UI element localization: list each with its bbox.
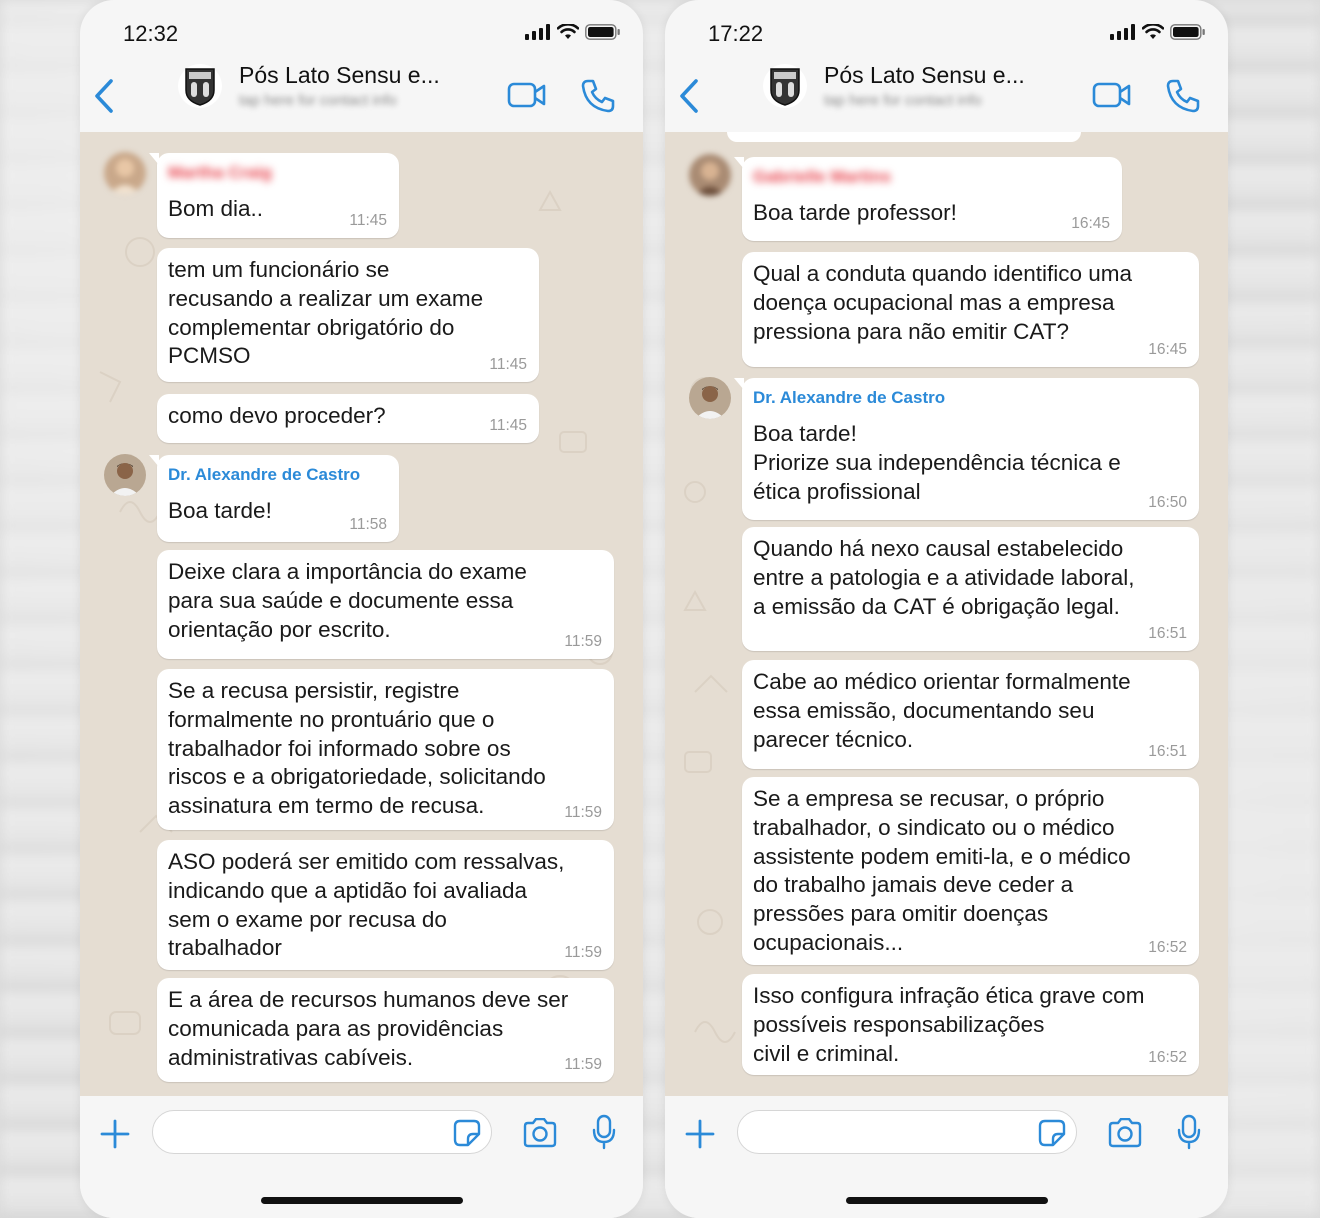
chat-title[interactable]: Pós Lato Sensu e... xyxy=(239,62,440,89)
message-bubble[interactable]: Dr. Alexandre de Castro Boa tarde! Prior… xyxy=(734,378,1199,520)
message-time: 11:45 xyxy=(349,212,387,229)
message-time: 11:59 xyxy=(564,1056,602,1073)
message-bubble[interactable]: Se a empresa se recusar, o próprio traba… xyxy=(742,777,1199,965)
message-text: como devo proceder? xyxy=(168,403,386,428)
message-bubble[interactable]: como devo proceder? 11:45 xyxy=(157,394,539,443)
message-text: Deixe clara a importância do exame para … xyxy=(168,559,527,642)
camera-icon[interactable] xyxy=(522,1118,558,1148)
message-text: Se a empresa se recusar, o próprio traba… xyxy=(753,786,1131,955)
message-time: 16:50 xyxy=(1148,494,1187,511)
wifi-icon xyxy=(1142,24,1164,39)
sender-avatar[interactable] xyxy=(104,454,146,496)
message-text: Boa tarde! Priorize sua independência té… xyxy=(753,421,1121,504)
plus-icon[interactable] xyxy=(100,1119,130,1149)
message-time: 16:51 xyxy=(1148,625,1187,642)
status-time: 17:22 xyxy=(708,21,764,46)
message-text: Quando há nexo causal estabelecido entre… xyxy=(753,536,1135,619)
microphone-icon[interactable] xyxy=(592,1114,616,1150)
message-text: ASO poderá ser emitido com ressalvas, in… xyxy=(168,849,565,961)
group-avatar[interactable] xyxy=(763,64,807,108)
video-camera-icon[interactable] xyxy=(1092,82,1132,108)
message-bubble[interactable]: tem um funcionário se recusando a realiz… xyxy=(157,248,539,382)
message-list[interactable]: Gabrielle Martins Boa tarde professor! 1… xyxy=(665,132,1228,1096)
chat-header: Pós Lato Sensu e... tap here for contact… xyxy=(665,56,1228,132)
sender-avatar[interactable] xyxy=(689,154,731,196)
message-text: Qual a conduta quando identifico uma doe… xyxy=(753,261,1133,344)
message-time: 11:59 xyxy=(564,944,602,961)
phone-screen-right: 17:22 Pós Lato Sensu e... tap here for c… xyxy=(665,0,1228,1218)
message-text: Cabe ao médico orientar formalmente essa… xyxy=(753,669,1131,752)
microphone-icon[interactable] xyxy=(1177,1114,1201,1150)
message-time: 16:52 xyxy=(1148,1049,1187,1066)
signal-icon xyxy=(1110,24,1135,40)
message-text: Boa tarde professor! xyxy=(753,200,957,225)
crest-logo-icon xyxy=(770,68,800,106)
camera-icon[interactable] xyxy=(1107,1118,1143,1148)
message-time: 11:58 xyxy=(349,516,387,533)
chat-title[interactable]: Pós Lato Sensu e... xyxy=(824,62,1025,89)
system-icons xyxy=(525,24,621,40)
battery-icon xyxy=(1170,24,1205,40)
message-bubble[interactable]: Se a recusa persistir, registre formalme… xyxy=(157,669,614,830)
group-avatar[interactable] xyxy=(178,64,222,108)
composer-bar xyxy=(80,1096,643,1218)
message-bubble[interactable]: E a área de recursos humanos deve ser co… xyxy=(157,978,614,1082)
phone-icon[interactable] xyxy=(580,78,616,114)
message-text: E a área de recursos humanos deve ser co… xyxy=(168,987,569,1070)
message-bubble[interactable]: ASO poderá ser emitido com ressalvas, in… xyxy=(157,840,614,970)
message-bubble[interactable]: Martha Craig Bom dia.. 11:45 xyxy=(149,153,399,238)
chat-subtitle[interactable]: tap here for contact info xyxy=(824,92,982,109)
status-time: 12:32 xyxy=(123,21,179,46)
message-text: Se a recusa persistir, registre formalme… xyxy=(168,678,546,819)
sender-name: Dr. Alexandre de Castro xyxy=(168,465,361,484)
message-bubble[interactable]: Deixe clara a importância do exame para … xyxy=(157,550,614,659)
sticker-icon[interactable] xyxy=(453,1119,481,1147)
previous-message-edge xyxy=(727,132,1081,142)
message-bubble[interactable]: Dr. Alexandre de Castro Boa tarde! 11:58 xyxy=(149,455,399,542)
crest-logo-icon xyxy=(185,68,215,106)
phone-screen-left: 12:32 Pós Lato Sensu e... tap here for c… xyxy=(80,0,643,1218)
chat-header: Pós Lato Sensu e... tap here for contact… xyxy=(80,56,643,132)
plus-icon[interactable] xyxy=(685,1119,715,1149)
message-bubble[interactable]: Cabe ao médico orientar formalmente essa… xyxy=(742,660,1199,769)
phone-icon[interactable] xyxy=(1165,78,1201,114)
video-camera-icon[interactable] xyxy=(507,82,547,108)
signal-icon xyxy=(525,24,550,40)
message-text: tem um funcionário se recusando a realiz… xyxy=(168,257,484,369)
sender-avatar[interactable] xyxy=(689,377,731,419)
message-input[interactable] xyxy=(152,1110,492,1154)
battery-icon xyxy=(585,24,620,40)
message-bubble[interactable]: Quando há nexo causal estabelecido entre… xyxy=(742,527,1199,651)
message-time: 11:59 xyxy=(564,804,602,821)
home-indicator xyxy=(261,1197,463,1204)
message-list[interactable]: Martha Craig Bom dia.. 11:45 tem um func… xyxy=(80,132,643,1096)
sticker-icon[interactable] xyxy=(1038,1119,1066,1147)
system-icons xyxy=(1110,24,1206,40)
message-bubble[interactable]: Gabrielle Martins Boa tarde professor! 1… xyxy=(734,157,1122,241)
message-time: 11:45 xyxy=(489,417,527,434)
message-time: 16:45 xyxy=(1071,215,1110,232)
chat-subtitle[interactable]: tap here for contact info xyxy=(239,92,397,109)
sender-name: Martha Craig xyxy=(168,163,272,182)
message-time: 11:45 xyxy=(489,356,527,373)
message-bubble[interactable]: Isso configura infração ética grave com … xyxy=(742,974,1199,1075)
message-input[interactable] xyxy=(737,1110,1077,1154)
sender-name: Dr. Alexandre de Castro xyxy=(753,388,946,407)
status-bar: 12:32 xyxy=(80,0,643,60)
home-indicator xyxy=(846,1197,1048,1204)
message-time: 11:59 xyxy=(564,633,602,650)
message-time: 16:51 xyxy=(1148,743,1187,760)
wifi-icon xyxy=(557,24,579,39)
message-text: Isso configura infração ética grave com … xyxy=(753,983,1145,1066)
message-time: 16:45 xyxy=(1148,341,1187,358)
composer-bar xyxy=(665,1096,1228,1218)
chevron-left-icon[interactable] xyxy=(677,78,703,114)
sender-avatar[interactable] xyxy=(104,152,146,194)
message-bubble[interactable]: Qual a conduta quando identifico uma doe… xyxy=(742,252,1199,367)
status-bar: 17:22 xyxy=(665,0,1228,60)
sender-name: Gabrielle Martins xyxy=(753,167,891,186)
message-time: 16:52 xyxy=(1148,939,1187,956)
chevron-left-icon[interactable] xyxy=(92,78,118,114)
